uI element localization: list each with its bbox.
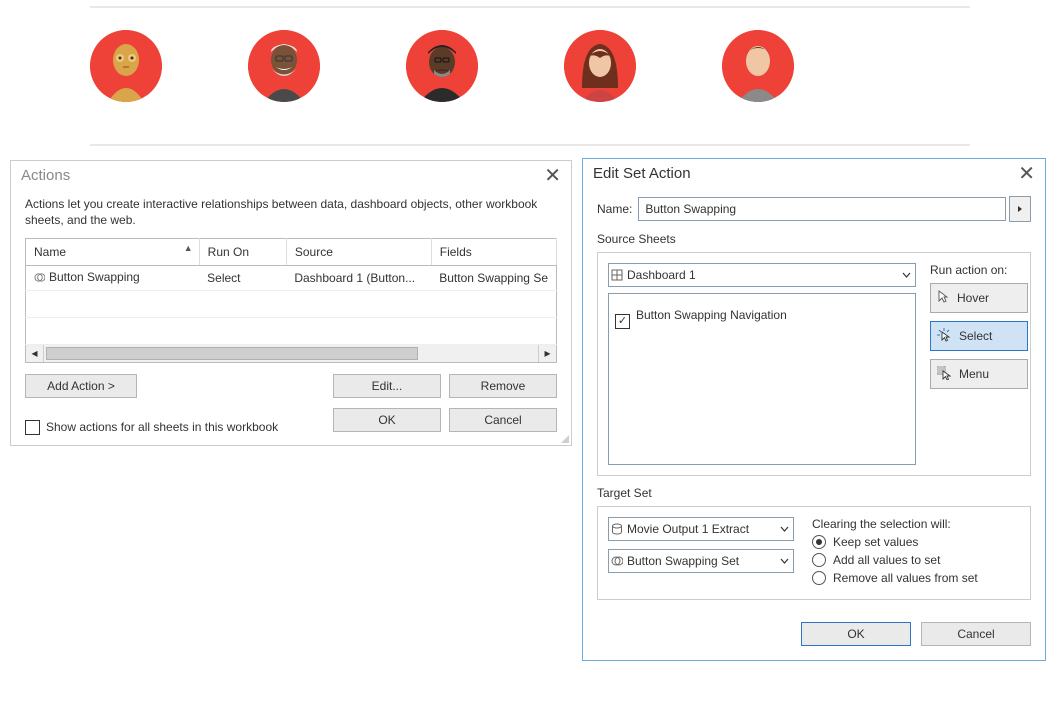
set-combo[interactable]: Button Swapping Set bbox=[608, 549, 794, 573]
hover-button[interactable]: Hover bbox=[930, 283, 1028, 313]
datasource-icon bbox=[609, 523, 625, 535]
add-all-radio[interactable]: Add all values to set bbox=[812, 553, 1020, 567]
ok-button[interactable]: OK bbox=[801, 622, 911, 646]
table-row[interactable]: Button Swapping Select Dashboard 1 (Butt… bbox=[26, 266, 557, 291]
avatar-1 bbox=[90, 30, 162, 102]
edit-dialog-title: Edit Set Action bbox=[593, 165, 691, 182]
chevron-down-icon bbox=[775, 558, 793, 564]
show-all-checkbox[interactable]: Show actions for all sheets in this work… bbox=[25, 420, 278, 435]
edit-set-action-dialog: Edit Set Action ✕ Name: Button Swapping … bbox=[582, 158, 1046, 661]
actions-description: Actions let you create interactive relat… bbox=[25, 196, 557, 228]
chevron-down-icon bbox=[775, 526, 793, 532]
scroll-right-icon[interactable]: ▸ bbox=[538, 345, 556, 362]
pointer-click-icon bbox=[937, 328, 951, 345]
clearing-label: Clearing the selection will: bbox=[812, 517, 1020, 531]
edit-button[interactable]: Edit... bbox=[333, 374, 441, 398]
datasource-combo[interactable]: Movie Output 1 Extract bbox=[608, 517, 794, 541]
cursor-icon bbox=[937, 290, 949, 307]
col-fields[interactable]: Fields bbox=[431, 239, 556, 266]
keep-radio[interactable]: Keep set values bbox=[812, 535, 1020, 549]
actions-table: Name▲ Run On Source Fields Button Swappi… bbox=[25, 238, 557, 345]
name-dropdown-button[interactable] bbox=[1009, 196, 1031, 222]
set-icon bbox=[34, 272, 45, 283]
close-icon[interactable]: ✕ bbox=[1018, 167, 1035, 181]
sheets-listbox[interactable]: Button Swapping Navigation bbox=[608, 293, 916, 465]
menu-cursor-icon bbox=[937, 366, 951, 383]
avatar-row bbox=[90, 30, 794, 102]
name-label: Name: bbox=[597, 202, 632, 216]
dashboard-icon bbox=[609, 269, 625, 281]
target-set-label: Target Set bbox=[597, 486, 1031, 500]
source-sheets-label: Source Sheets bbox=[597, 232, 1031, 246]
scroll-thumb[interactable] bbox=[46, 347, 418, 360]
avatar-3 bbox=[406, 30, 478, 102]
table-row bbox=[26, 290, 557, 317]
divider-mid bbox=[90, 144, 970, 146]
close-icon[interactable]: ✕ bbox=[544, 169, 561, 183]
name-field[interactable]: Button Swapping bbox=[638, 197, 1006, 221]
col-runon[interactable]: Run On bbox=[199, 239, 286, 266]
col-source[interactable]: Source bbox=[286, 239, 431, 266]
sheet-checkbox[interactable] bbox=[615, 314, 630, 329]
list-item[interactable]: Button Swapping Navigation bbox=[613, 298, 911, 331]
add-action-button[interactable]: Add Action > bbox=[25, 374, 137, 398]
scroll-left-icon[interactable]: ◂ bbox=[26, 345, 44, 362]
actions-dialog: Actions ✕ Actions let you create interac… bbox=[10, 160, 572, 446]
chevron-down-icon bbox=[897, 272, 915, 278]
set-icon bbox=[609, 555, 625, 567]
col-name[interactable]: Name▲ bbox=[26, 239, 200, 266]
cancel-button[interactable]: Cancel bbox=[449, 408, 557, 432]
table-row bbox=[26, 317, 557, 344]
remove-button[interactable]: Remove bbox=[449, 374, 557, 398]
cancel-button[interactable]: Cancel bbox=[921, 622, 1031, 646]
horizontal-scrollbar[interactable]: ◂ ▸ bbox=[25, 345, 557, 363]
menu-button[interactable]: Menu bbox=[930, 359, 1028, 389]
avatar-4 bbox=[564, 30, 636, 102]
avatar-2 bbox=[248, 30, 320, 102]
dashboard-combo[interactable]: Dashboard 1 bbox=[608, 263, 916, 287]
divider-top bbox=[90, 6, 970, 8]
actions-dialog-title: Actions bbox=[21, 167, 70, 184]
avatar-5 bbox=[722, 30, 794, 102]
run-action-label: Run action on: bbox=[930, 263, 1020, 277]
resize-grip-icon[interactable] bbox=[559, 433, 569, 443]
select-button[interactable]: Select bbox=[930, 321, 1028, 351]
remove-all-radio[interactable]: Remove all values from set bbox=[812, 571, 1020, 585]
ok-button[interactable]: OK bbox=[333, 408, 441, 432]
